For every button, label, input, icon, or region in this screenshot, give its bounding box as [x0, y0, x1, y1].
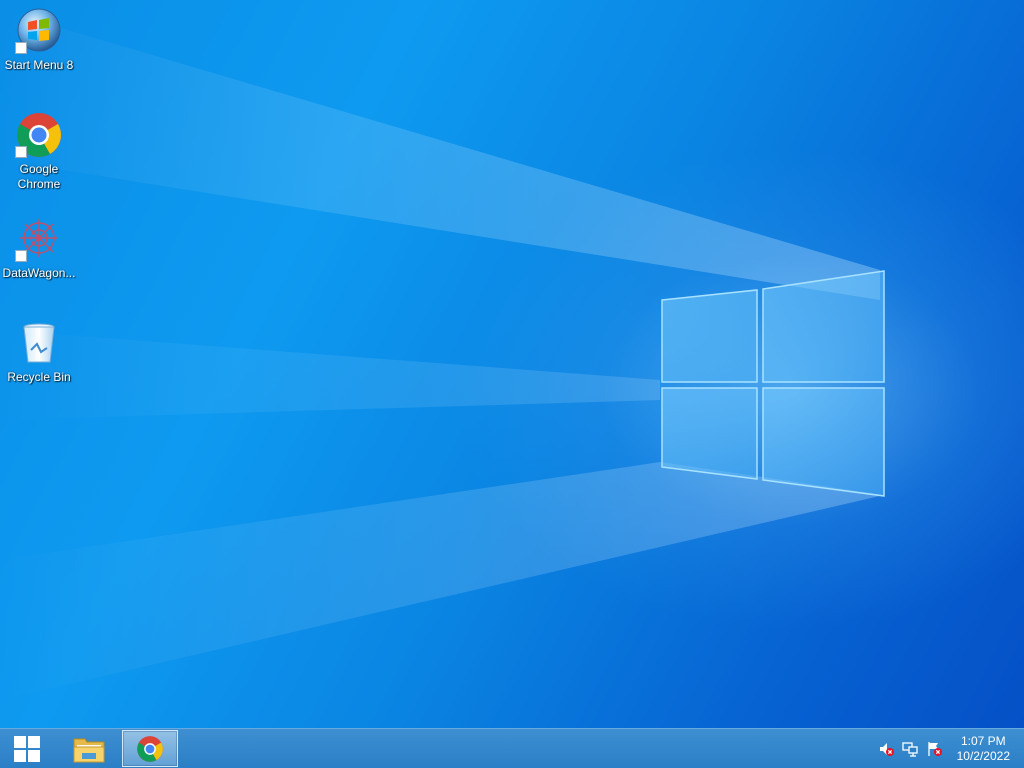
- recycle-bin-icon: [23, 323, 55, 363]
- windows-start-icon: [14, 735, 40, 762]
- desktop-icon-label: DataWagon...: [2, 266, 76, 280]
- volume-muted-icon[interactable]: [878, 741, 894, 757]
- folder-icon: [73, 738, 105, 762]
- chrome-icon: [137, 735, 163, 762]
- taskbar: 1:07 PM 10/2/2022: [0, 728, 1024, 768]
- system-tray: 1:07 PM 10/2/2022: [864, 729, 1024, 768]
- desktop-icon-start-menu-8[interactable]: Start Menu 8: [1, 2, 77, 73]
- clock-time: 1:07 PM: [960, 734, 1006, 748]
- network-icon[interactable]: [902, 741, 918, 757]
- desktop-icon-label: Recycle Bin: [7, 370, 71, 384]
- taskbar-chrome-button[interactable]: [122, 730, 178, 767]
- start-button[interactable]: [0, 729, 54, 768]
- shortcut-arrow-icon: [15, 250, 27, 262]
- shortcut-arrow-icon: [15, 146, 27, 158]
- taskbar-file-explorer-button[interactable]: [61, 730, 117, 767]
- action-center-flag-icon[interactable]: [926, 741, 942, 757]
- desktop-icon-google-chrome[interactable]: Google Chrome: [1, 106, 77, 192]
- desktop-wallpaper: Start Menu 8 Google Chrome DataWagon... …: [0, 0, 1024, 728]
- taskbar-clock[interactable]: 1:07 PM 10/2/2022: [957, 734, 1010, 764]
- desktop-icon-label: Google Chrome: [17, 162, 61, 191]
- shortcut-arrow-icon: [15, 42, 27, 54]
- windows-logo-wallpaper-icon: [661, 270, 885, 497]
- desktop-icon-label: Start Menu 8: [4, 58, 74, 72]
- desktop-icon-recycle-bin[interactable]: Recycle Bin: [1, 314, 77, 385]
- desktop-icon-datawagon[interactable]: DataWagon...: [1, 210, 77, 281]
- clock-date: 10/2/2022: [956, 749, 1010, 763]
